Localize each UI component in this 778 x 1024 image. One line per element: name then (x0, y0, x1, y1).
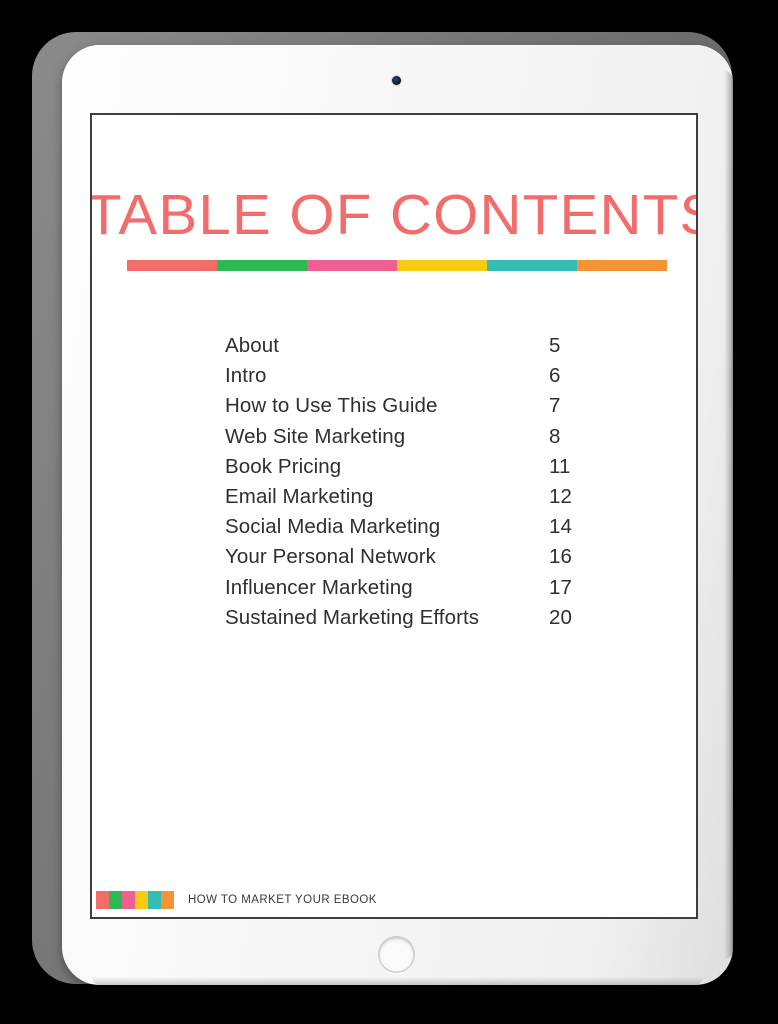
tablet-bottom-edge-highlight (92, 977, 703, 985)
tablet-right-edge-highlight (724, 71, 733, 959)
ebook-page: TABLE OF CONTENTS About 5 Intro 6 How to… (90, 113, 698, 919)
toc-entry-page: 14 (549, 515, 573, 539)
footer-book-title: HOW TO MARKET YOUR EBOOK (188, 894, 377, 906)
toc-entry-title: Intro (225, 364, 267, 388)
toc-entry-title: Book Pricing (225, 454, 342, 478)
toc-entry-title: Sustained Marketing Efforts (225, 605, 480, 629)
toc-entry-title: Influencer Marketing (225, 575, 413, 599)
table-of-contents-list: About 5 Intro 6 How to Use This Guide 7 … (225, 334, 585, 636)
footer-color-segment-pink (122, 891, 135, 909)
toc-entry-page: 7 (549, 394, 561, 418)
color-segment-coral (127, 260, 217, 271)
toc-entry-page: 17 (549, 575, 573, 599)
page-title: TABLE OF CONTENTS (90, 183, 698, 247)
footer-color-segment-teal (148, 891, 161, 909)
toc-entry-title: How to Use This Guide (225, 394, 438, 418)
toc-entry-page: 8 (549, 424, 561, 448)
toc-entry-page: 11 (549, 454, 571, 478)
toc-entry[interactable]: Book Pricing 11 (225, 455, 585, 485)
toc-entry-title: Social Media Marketing (225, 515, 441, 539)
front-camera-icon (392, 76, 401, 85)
screenshot-stage: TABLE OF CONTENTS About 5 Intro 6 How to… (0, 0, 778, 1024)
toc-entry-page: 12 (549, 484, 573, 508)
footer-color-swatches (96, 891, 174, 909)
color-segment-green (217, 260, 307, 271)
page-footer: HOW TO MARKET YOUR EBOOK (96, 891, 377, 909)
toc-entry[interactable]: Sustained Marketing Efforts 20 (225, 606, 585, 636)
color-segment-teal (487, 260, 577, 271)
toc-entry[interactable]: Influencer Marketing 17 (225, 576, 585, 606)
toc-entry[interactable]: About 5 (225, 334, 585, 364)
footer-color-segment-coral (96, 891, 109, 909)
toc-entry-title: About (225, 334, 280, 357)
toc-entry-title: Email Marketing (225, 484, 374, 508)
color-segment-yellow (397, 260, 487, 271)
toc-entry[interactable]: Social Media Marketing 14 (225, 515, 585, 545)
toc-entry[interactable]: Web Site Marketing 8 (225, 425, 585, 455)
toc-entry-page: 6 (549, 364, 561, 388)
color-segment-orange (577, 260, 667, 271)
footer-color-segment-yellow (135, 891, 148, 909)
toc-entry[interactable]: Your Personal Network 16 (225, 545, 585, 575)
toc-entry-page: 5 (549, 334, 561, 357)
toc-entry-page: 20 (549, 605, 573, 629)
home-button[interactable] (378, 936, 415, 973)
toc-entry-title: Your Personal Network (225, 545, 437, 569)
color-segment-pink (307, 260, 397, 271)
toc-entry-page: 16 (549, 545, 573, 569)
footer-color-segment-orange (161, 891, 174, 909)
toc-entry-title: Web Site Marketing (225, 424, 406, 448)
toc-entry[interactable]: Intro 6 (225, 364, 585, 394)
footer-color-segment-green (109, 891, 122, 909)
toc-entry[interactable]: How to Use This Guide 7 (225, 394, 585, 424)
title-color-rule (127, 260, 667, 271)
toc-entry[interactable]: Email Marketing 12 (225, 485, 585, 515)
